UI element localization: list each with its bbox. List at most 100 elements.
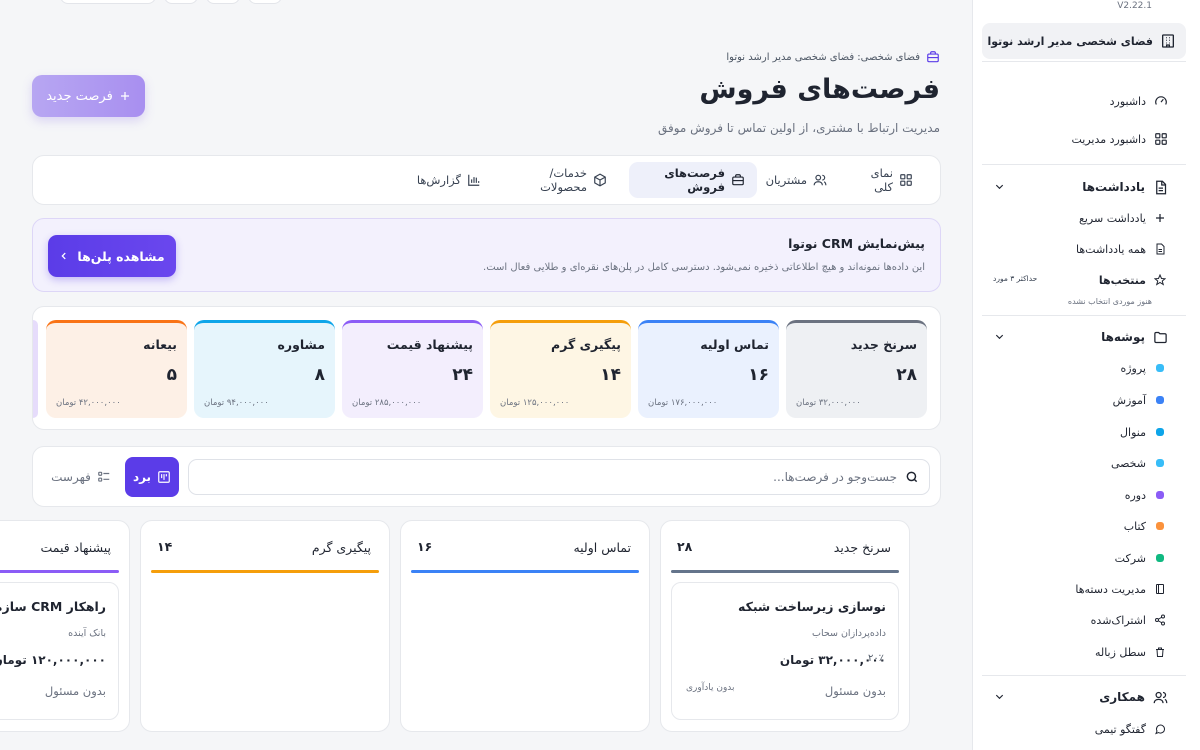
sidebar-folder-item[interactable]: شرکت xyxy=(973,546,1200,570)
sidebar-item-shared[interactable]: اشتراک‌شده xyxy=(973,608,1200,632)
tab-label: نمای کلی xyxy=(870,166,893,194)
plus-icon xyxy=(1154,212,1166,224)
chevron-left-icon xyxy=(59,251,69,261)
toolbar-button[interactable] xyxy=(248,0,282,4)
workspace-switcher[interactable]: فضای شخصی مدیر ارشد نوتوا xyxy=(982,23,1186,59)
toolbar-button[interactable] xyxy=(60,0,156,4)
card-title: راهکار CRM سازمانی xyxy=(0,599,106,614)
app-version: V2.22.1 xyxy=(1117,1,1152,11)
sidebar-section-label: همکاری xyxy=(1099,690,1145,704)
new-opportunity-label: فرصت جدید xyxy=(46,88,113,104)
stat-label: سرنخ جدید xyxy=(850,337,917,352)
tab-reports[interactable]: گزارش‌ها xyxy=(413,162,489,198)
kanban-icon xyxy=(157,470,171,484)
divider xyxy=(982,61,1186,62)
tab-label: فرصت‌های فروش xyxy=(664,166,725,194)
column-accent-bar xyxy=(0,570,119,573)
chevron-down-icon[interactable] xyxy=(994,331,1005,342)
kanban-column: پیشنهاد قیمت راهکار CRM سازمانی بانک آینده… xyxy=(0,520,130,732)
tab-label: خدمات/محصولات xyxy=(540,166,587,194)
sidebar-item-label: منوال xyxy=(1120,425,1146,439)
stat-card[interactable]: مشاوره ۸ ۹۴,۰۰۰,۰۰۰ تومان xyxy=(194,320,335,418)
sidebar-folder-item[interactable]: دوره xyxy=(973,483,1200,507)
sidebar-item-dashboard[interactable]: داشبورد xyxy=(973,89,1200,113)
sidebar-section-collaboration[interactable]: همکاری xyxy=(973,685,1200,709)
banner-description: این داده‌ها نمونه‌اند و هیچ اطلاعاتی ذخی… xyxy=(483,262,925,273)
favorites-empty: هنوز موردی انتخاب نشده xyxy=(1067,297,1152,306)
view-plans-button[interactable]: مشاهده پلن‌ها xyxy=(48,235,176,277)
sidebar-item-team-chat[interactable]: گفتگو تیمی xyxy=(973,717,1200,741)
kanban-column: پیگیری گرم ۱۴ xyxy=(140,520,390,732)
toolbar-button[interactable] xyxy=(164,0,198,4)
sidebar-folder-item[interactable]: منوال xyxy=(973,420,1200,444)
stat-count: ۸ xyxy=(314,365,325,385)
tab-opportunities[interactable]: فرصت‌های فروش xyxy=(629,162,757,198)
card-owner: بدون مسئول xyxy=(44,684,106,698)
book-icon xyxy=(1154,583,1166,595)
stat-count: ۲۴ xyxy=(452,365,473,385)
board-view-button[interactable]: برد xyxy=(125,457,179,497)
search-input[interactable] xyxy=(217,470,897,484)
bar-chart-icon xyxy=(467,173,481,187)
stat-amount: ۱۲۵,۰۰۰,۰۰۰ تومان xyxy=(500,398,570,408)
pipeline-stats: سرنخ جدید ۲۸ ۳۲,۰۰۰,۰۰۰ تومان تماس اولیه ۱۶ ۱… xyxy=(32,306,941,430)
chevron-down-icon[interactable] xyxy=(994,691,1005,702)
column-title: تماس اولیه xyxy=(573,540,631,555)
sidebar-item-label: منتخب‌ها xyxy=(1098,273,1146,287)
stat-count: ۱۴ xyxy=(600,365,621,385)
sidebar-folder-item[interactable]: آموزش xyxy=(973,388,1200,412)
sidebar-item-trash[interactable]: سطل زباله xyxy=(973,640,1200,664)
briefcase-icon xyxy=(926,50,940,64)
sidebar-item-label: گفتگو تیمی xyxy=(1094,722,1146,736)
breadcrumb[interactable]: فضای شخصی: فضای شخصی مدیر ارشد نوتوا xyxy=(726,50,940,64)
sidebar-item-label: یادداشت سریع xyxy=(1079,211,1146,225)
tab-services[interactable]: خدمات/محصولات xyxy=(503,162,615,198)
sidebar-item-quick-note[interactable]: یادداشت سریع xyxy=(973,206,1200,230)
crm-preview-banner: پیش‌نمایش CRM نوتوا این داده‌ها نمونه‌ان… xyxy=(32,218,941,292)
gauge-icon xyxy=(1154,94,1168,108)
column-title: پیشنهاد قیمت xyxy=(40,540,111,555)
tab-overview[interactable]: نمای کلی xyxy=(853,162,923,198)
page-title: فرصت‌های فروش xyxy=(699,74,940,105)
sidebar-section-notes[interactable]: یادداشت‌ها xyxy=(973,175,1200,199)
sidebar-folder-item[interactable]: شخصی xyxy=(973,451,1200,475)
column-count: ۲۸ xyxy=(677,539,693,554)
grid-icon xyxy=(1154,132,1168,146)
kanban-board: سرنخ جدید ۲۸ نوسازی زیرساخت شبکه داده‌پرداز… xyxy=(0,520,941,750)
document-icon xyxy=(1154,243,1166,255)
opportunity-card[interactable]: راهکار CRM سازمانی بانک آینده ۱۲۰,۰۰۰,۰۰۰ … xyxy=(0,582,119,720)
sidebar-section-folders[interactable]: پوشه‌ها xyxy=(973,325,1200,349)
chevron-down-icon[interactable] xyxy=(994,181,1005,192)
card-company: بانک آینده xyxy=(68,628,106,639)
tab-customers[interactable]: مشتریان xyxy=(757,162,837,198)
sidebar-item-label: شخصی xyxy=(1110,456,1146,470)
divider xyxy=(982,675,1186,676)
sidebar-folder-item[interactable]: کتاب xyxy=(973,514,1200,538)
stat-card[interactable]: سرنخ جدید ۲۸ ۳۲,۰۰۰,۰۰۰ تومان xyxy=(786,320,927,418)
chat-icon xyxy=(1154,723,1166,735)
sidebar-item-manage-categories[interactable]: مدیریت دسته‌ها xyxy=(973,577,1200,601)
sidebar-item-all-notes[interactable]: همه یادداشت‌ها xyxy=(973,237,1200,261)
favorites-limit: حداکثر ۳ مورد xyxy=(993,274,1038,283)
stat-card[interactable]: تماس اولیه ۱۶ ۱۷۶,۰۰۰,۰۰۰ تومان xyxy=(638,320,779,418)
tab-label: مشتریان xyxy=(765,173,807,187)
sidebar-item-label: آموزش xyxy=(1112,393,1146,407)
list-view-button[interactable]: فهرست xyxy=(45,457,117,497)
sidebar-item-label: پروژه xyxy=(1120,361,1146,375)
column-title: سرنخ جدید xyxy=(833,540,891,555)
sidebar-folder-item[interactable]: پروژه xyxy=(973,356,1200,380)
sidebar-section-label: یادداشت‌ها xyxy=(1082,180,1145,194)
column-count: ۱۶ xyxy=(417,539,433,554)
stat-card[interactable]: پیگیری گرم ۱۴ ۱۲۵,۰۰۰,۰۰۰ تومان xyxy=(490,320,631,418)
sidebar-item-admin-dashboard[interactable]: داشبورد مدیریت xyxy=(973,127,1200,151)
sidebar-item-label: کتاب xyxy=(1123,519,1146,533)
opportunity-card[interactable]: نوسازی زیرساخت شبکه داده‌پردازان سحاب ۳۲,۰… xyxy=(671,582,899,720)
new-opportunity-button[interactable]: فرصت جدید xyxy=(32,75,145,117)
stat-card[interactable]: بیعانه ۵ ۴۲,۰۰۰,۰۰۰ تومان xyxy=(46,320,187,418)
briefcase-icon xyxy=(731,173,745,187)
stat-count: ۲۸ xyxy=(896,365,917,385)
stat-card[interactable]: پیشنهاد قیمت ۲۴ ۲۸۵,۰۰۰,۰۰۰ تومان xyxy=(342,320,483,418)
toolbar-button[interactable] xyxy=(206,0,240,4)
page-subtitle: مدیریت ارتباط با مشتری، از اولین تماس تا… xyxy=(657,121,940,135)
search-box[interactable] xyxy=(188,459,930,495)
